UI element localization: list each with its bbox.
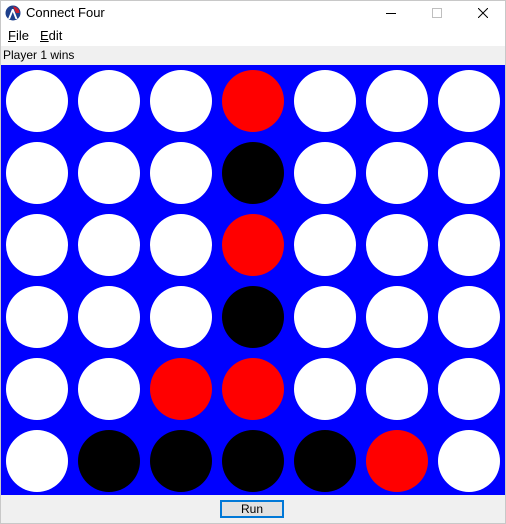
board-cell-empty[interactable] xyxy=(294,142,356,204)
board-cell-empty[interactable] xyxy=(150,286,212,348)
menu-file-rest: ile xyxy=(15,28,29,43)
menu-edit-rest: dit xyxy=(48,28,63,43)
board-cell-empty[interactable] xyxy=(366,358,428,420)
menu-file-mnemonic: F xyxy=(8,28,16,43)
racket-logo-icon xyxy=(5,5,21,21)
board-cell-empty[interactable] xyxy=(438,358,500,420)
board-cell-empty[interactable] xyxy=(294,358,356,420)
board-cell-empty[interactable] xyxy=(294,214,356,276)
board-cell-empty[interactable] xyxy=(366,286,428,348)
maximize-icon xyxy=(432,8,442,18)
board-cell-empty[interactable] xyxy=(78,70,140,132)
title-bar: Connect Four xyxy=(0,0,506,26)
board-cell-empty[interactable] xyxy=(438,142,500,204)
board-cell-empty[interactable] xyxy=(150,214,212,276)
board-cell-red[interactable] xyxy=(222,214,284,276)
board-cell-empty[interactable] xyxy=(78,214,140,276)
close-button[interactable] xyxy=(460,0,506,26)
board-cell-empty[interactable] xyxy=(6,430,68,492)
board-cell-empty[interactable] xyxy=(150,70,212,132)
board-cell-black[interactable] xyxy=(150,430,212,492)
board-cell-black[interactable] xyxy=(222,142,284,204)
board-cell-black[interactable] xyxy=(222,286,284,348)
maximize-button[interactable] xyxy=(414,0,460,26)
board-cell-black[interactable] xyxy=(78,430,140,492)
board-cell-empty[interactable] xyxy=(78,358,140,420)
board-cell-empty[interactable] xyxy=(150,142,212,204)
board-cell-empty[interactable] xyxy=(366,214,428,276)
menu-bar: File Edit xyxy=(0,26,506,46)
board-cell-empty[interactable] xyxy=(6,286,68,348)
board-cell-black[interactable] xyxy=(222,430,284,492)
board-cell-empty[interactable] xyxy=(6,358,68,420)
board-cell-empty[interactable] xyxy=(294,286,356,348)
window-title: Connect Four xyxy=(26,5,105,20)
run-button[interactable]: Run xyxy=(220,500,284,518)
board-cell-empty[interactable] xyxy=(78,142,140,204)
board-cell-black[interactable] xyxy=(294,430,356,492)
board-cell-empty[interactable] xyxy=(78,286,140,348)
menu-file[interactable]: File xyxy=(6,28,31,44)
status-bar: Player 1 wins xyxy=(0,46,506,65)
board-cell-empty[interactable] xyxy=(6,214,68,276)
control-bar: Run xyxy=(0,495,506,524)
board-cell-empty[interactable] xyxy=(6,70,68,132)
board-cell-empty[interactable] xyxy=(438,286,500,348)
board-cell-red[interactable] xyxy=(222,358,284,420)
board-cell-empty[interactable] xyxy=(6,142,68,204)
board-cell-empty[interactable] xyxy=(366,70,428,132)
board-cell-empty[interactable] xyxy=(294,70,356,132)
board-cell-red[interactable] xyxy=(366,430,428,492)
board-cell-empty[interactable] xyxy=(438,214,500,276)
menu-edit-mnemonic: E xyxy=(40,28,49,43)
minimize-button[interactable] xyxy=(368,0,414,26)
board-cell-empty[interactable] xyxy=(438,430,500,492)
status-message: Player 1 wins xyxy=(3,48,75,62)
board-cell-empty[interactable] xyxy=(438,70,500,132)
board-cell-empty[interactable] xyxy=(366,142,428,204)
close-icon xyxy=(478,8,488,18)
menu-edit[interactable]: Edit xyxy=(38,28,64,44)
board-cell-red[interactable] xyxy=(222,70,284,132)
board-cell-red[interactable] xyxy=(150,358,212,420)
game-board[interactable] xyxy=(0,65,506,495)
minimize-icon xyxy=(386,13,396,14)
